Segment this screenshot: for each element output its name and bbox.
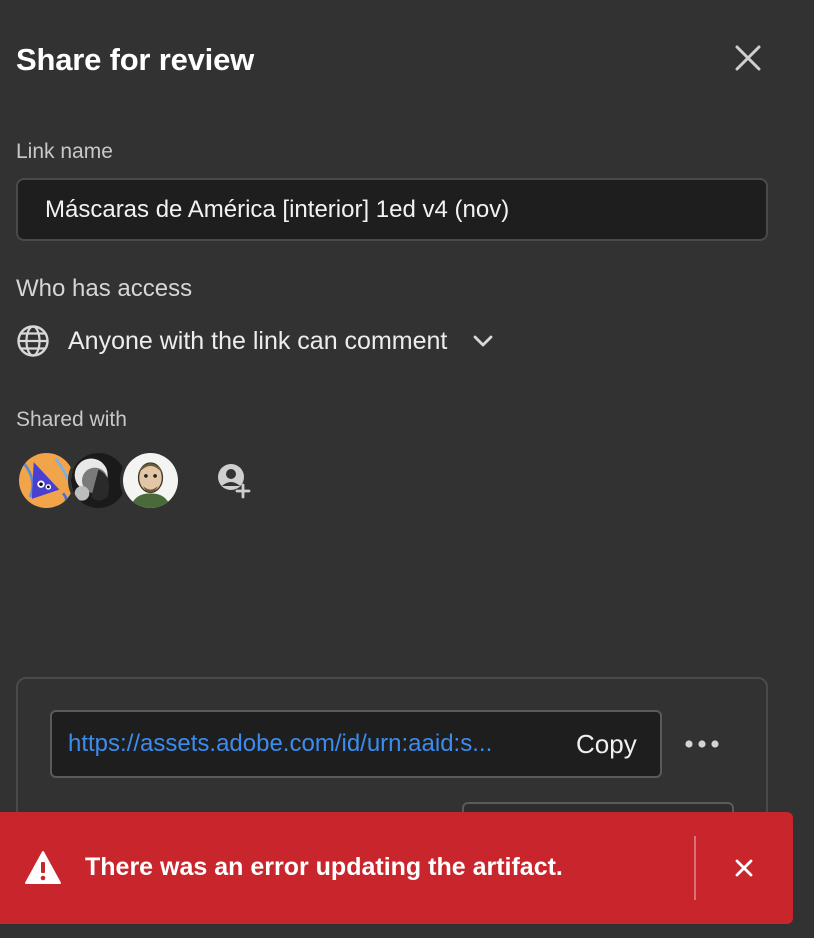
chevron-down-icon xyxy=(473,335,493,347)
toast-divider xyxy=(694,836,696,900)
close-icon xyxy=(735,45,761,71)
add-user-icon xyxy=(218,464,251,499)
close-dialog-button[interactable] xyxy=(730,40,766,76)
shared-with-avatars xyxy=(16,450,196,512)
link-name-input[interactable] xyxy=(16,178,768,241)
more-options-icon xyxy=(685,740,719,748)
more-options-button[interactable] xyxy=(683,730,721,758)
add-user-button[interactable] xyxy=(214,457,258,501)
who-has-access-label: Who has access xyxy=(16,275,193,302)
dismiss-toast-button[interactable] xyxy=(730,854,758,882)
share-link-url[interactable]: https://assets.adobe.com/id/urn:aaid:s..… xyxy=(52,730,530,758)
shared-with-label: Shared with xyxy=(16,408,127,431)
copy-link-button[interactable]: Copy xyxy=(576,729,637,760)
share-link-field[interactable]: https://assets.adobe.com/id/urn:aaid:s..… xyxy=(50,710,662,778)
close-icon xyxy=(735,859,753,877)
share-for-review-dialog: Share for review Link name Who has acces… xyxy=(0,0,814,938)
warning-icon xyxy=(25,851,61,884)
link-name-label: Link name xyxy=(16,140,113,163)
dialog-title: Share for review xyxy=(16,42,255,77)
error-toast-message: There was an error updating the artifact… xyxy=(85,853,563,881)
globe-icon xyxy=(17,325,49,357)
access-level-value: Anyone with the link can comment xyxy=(68,326,448,355)
access-level-dropdown[interactable]: Anyone with the link can comment xyxy=(16,320,495,362)
avatar[interactable] xyxy=(120,450,181,511)
error-toast: There was an error updating the artifact… xyxy=(0,812,793,924)
